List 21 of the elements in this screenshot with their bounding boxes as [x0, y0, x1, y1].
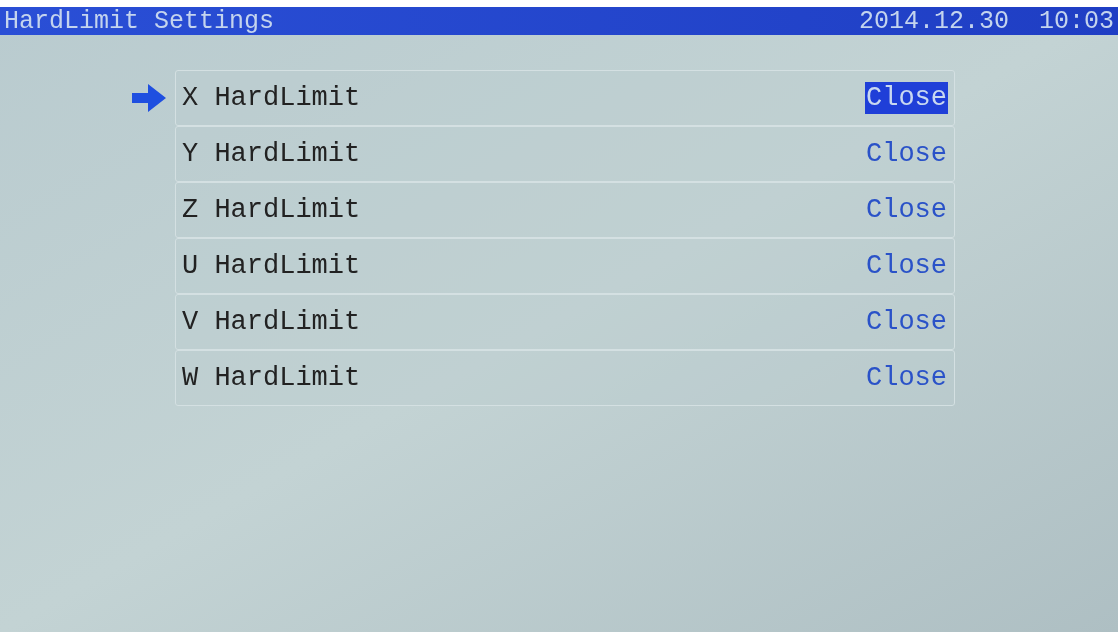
setting-label: V HardLimit — [182, 305, 361, 339]
setting-label: Z HardLimit — [182, 193, 361, 227]
setting-row[interactable]: U HardLimit Close — [175, 238, 955, 294]
setting-value: Close — [865, 306, 948, 338]
setting-row[interactable]: Z HardLimit Close — [175, 182, 955, 238]
setting-value: Close — [865, 250, 948, 282]
setting-label: U HardLimit — [182, 249, 361, 283]
time-text: 10:03 — [1039, 8, 1114, 34]
setting-value: Close — [865, 194, 948, 226]
setting-label: W HardLimit — [182, 361, 361, 395]
setting-row[interactable]: Y HardLimit Close — [175, 126, 955, 182]
screen-title: HardLimit Settings — [4, 8, 275, 34]
setting-label: X HardLimit — [182, 81, 361, 115]
setting-row[interactable]: W HardLimit Close — [175, 350, 955, 406]
setting-value: Close — [865, 82, 948, 114]
setting-label: Y HardLimit — [182, 137, 361, 171]
setting-value: Close — [865, 362, 948, 394]
setting-value: Close — [865, 138, 948, 170]
date-text: 2014.12.30 — [858, 8, 1009, 34]
setting-row[interactable]: X HardLimit Close — [175, 70, 955, 126]
setting-row[interactable]: V HardLimit Close — [175, 294, 955, 350]
